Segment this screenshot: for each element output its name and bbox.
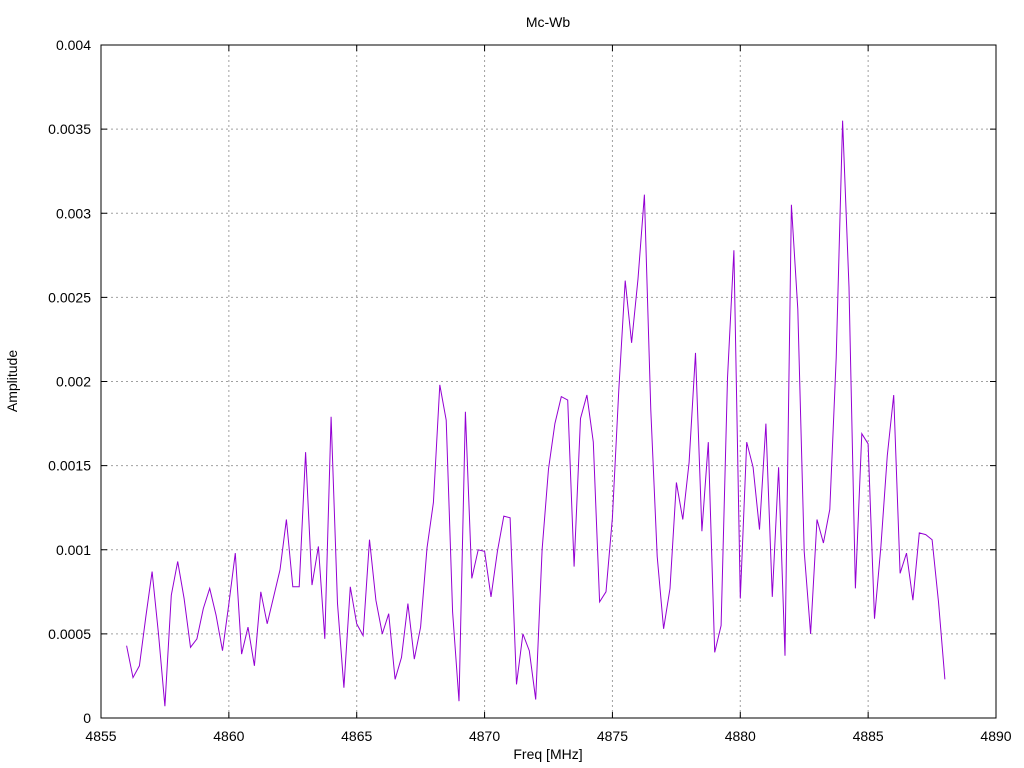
chart: 4855 4860 4865 4870 4875 4880 4885 4890 0 0.0005 0…: [0, 0, 1024, 768]
x-tick-label: 4880: [725, 728, 756, 744]
x-tick-label: 4890: [980, 728, 1011, 744]
y-tick-label: 0.004: [56, 37, 91, 53]
y-tick-label: 0.002: [56, 374, 91, 390]
y-tick-label: 0: [83, 710, 91, 726]
x-tick-label: 4860: [213, 728, 244, 744]
x-tick-label: 4885: [853, 728, 884, 744]
chart-background: [0, 0, 1024, 768]
y-tick-label: 0.0025: [48, 289, 91, 305]
x-tick-label: 4855: [85, 728, 116, 744]
y-tick-label: 0.0035: [48, 121, 91, 137]
x-tick-label: 4865: [341, 728, 372, 744]
x-tick-label: 4875: [597, 728, 628, 744]
chart-title: Mc-Wb: [526, 14, 571, 30]
y-tick-label: 0.0015: [48, 458, 91, 474]
y-tick-label: 0.0005: [48, 626, 91, 642]
y-axis-label: Amplitude: [4, 350, 20, 412]
y-tick-label: 0.001: [56, 542, 91, 558]
x-tick-label: 4870: [469, 728, 500, 744]
x-axis-label: Freq [MHz]: [513, 746, 582, 762]
y-tick-label: 0.003: [56, 205, 91, 221]
